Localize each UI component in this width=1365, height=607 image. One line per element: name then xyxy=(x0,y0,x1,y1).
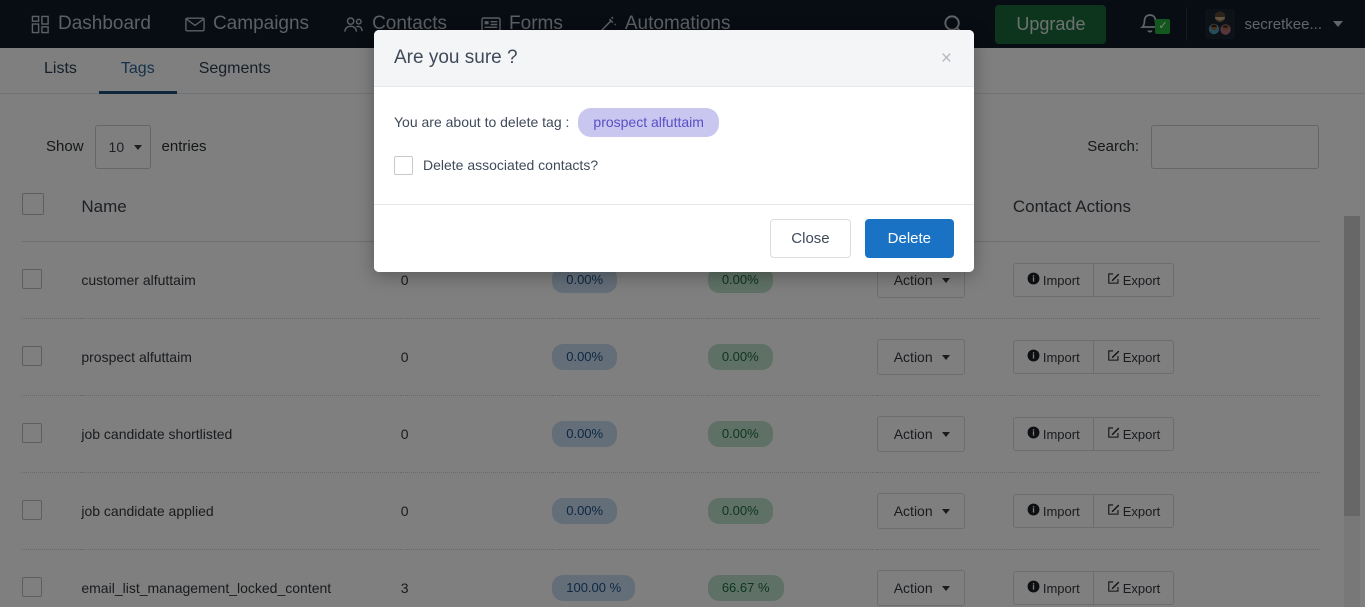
delete-associated-contacts-checkbox[interactable] xyxy=(394,155,413,175)
modal-body: You are about to delete tag : prospect a… xyxy=(374,87,974,204)
delete-contacts-row: Delete associated contacts? xyxy=(394,155,954,175)
delete-tag-modal: Are you sure ? × You are about to delete… xyxy=(374,30,974,272)
delete-button[interactable]: Delete xyxy=(864,219,954,258)
delete-associated-contacts-label: Delete associated contacts? xyxy=(423,157,599,174)
modal-title: Are you sure ? xyxy=(394,47,518,68)
delete-message-line: You are about to delete tag : prospect a… xyxy=(394,108,954,137)
close-icon[interactable]: × xyxy=(939,49,954,68)
delete-message-text: You are about to delete tag : xyxy=(394,114,570,131)
tag-name-badge: prospect alfuttaim xyxy=(578,108,719,137)
app-root: Dashboard Campaigns Contacts xyxy=(0,0,1365,607)
modal-header: Are you sure ? × xyxy=(374,30,974,87)
close-button[interactable]: Close xyxy=(770,219,851,258)
modal-footer: Close Delete xyxy=(374,204,974,272)
